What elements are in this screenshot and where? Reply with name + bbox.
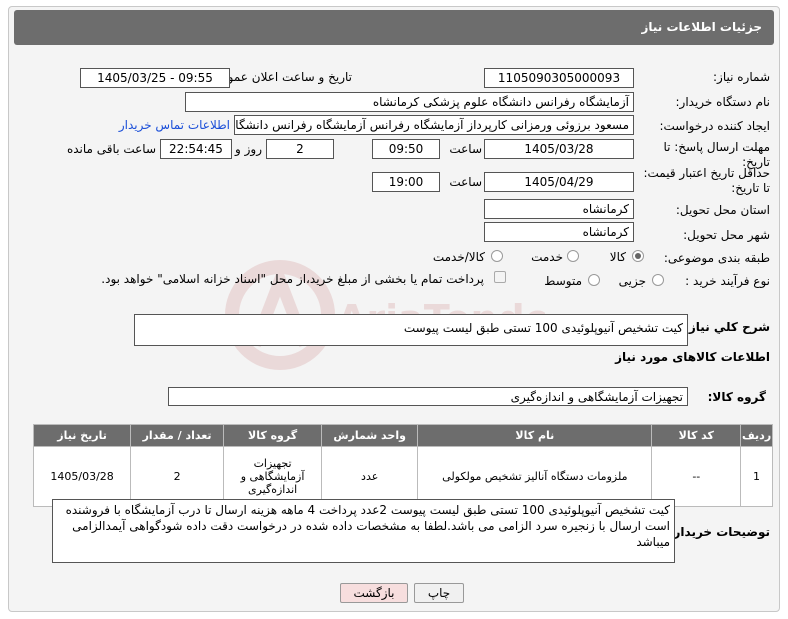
cell-goods-group: تجهیزات آزمایشگاهی و اندازه‌گیری <box>223 446 323 507</box>
treasury-payment-note: پرداخت تمام یا بخشی از مبلغ خرید،از محل … <box>101 272 484 286</box>
category-option-goods-service: کالا/خدمت <box>432 250 485 264</box>
buyer-notes-field: کیت تشخیص آنیوپلوئیدی 100 تستی طبق لیست … <box>52 499 675 563</box>
goods-group-field: تجهیزات آزمایشگاهی و اندازه‌گیری <box>168 387 688 406</box>
validity-date-field: 1405/04/29 <box>484 172 634 192</box>
remaining-time-label: ساعت باقی مانده <box>66 142 156 156</box>
category-option-goods: کالا <box>609 250 626 264</box>
days-remaining-field: 2 <box>266 139 334 159</box>
table-row: 1 -- ملزومات دستگاه آنالیز تشخیص مولکولی… <box>32 446 773 507</box>
goods-table: ردیف کد کالا نام کالا واحد شمارش گروه کا… <box>32 424 773 507</box>
creator-label: ایجاد کننده درخواست: <box>659 119 770 133</box>
buyer-contact-link[interactable]: اطلاعات تماس خریدار <box>119 118 230 132</box>
col-header-unit: واحد شمارش <box>321 424 419 447</box>
cell-quantity: 2 <box>130 446 225 507</box>
process-option-medium: متوسط <box>544 274 582 288</box>
remaining-time-field: 22:54:45 <box>160 139 232 159</box>
category-label: طبقه بندی موضوعی: <box>663 251 770 265</box>
buyer-notes-label: توضیحات خریدار: <box>668 525 770 539</box>
col-header-goods-group: گروه کالا <box>223 424 323 447</box>
days-label: روز و <box>235 142 262 156</box>
back-button[interactable]: بازگشت <box>340 583 408 603</box>
col-header-goods-code: کد کالا <box>651 424 742 447</box>
cell-row-number: 1 <box>740 446 773 507</box>
process-radio-medium[interactable] <box>588 274 600 286</box>
validity-time-field: 19:00 <box>372 172 440 192</box>
city-label: شهر محل تحویل: <box>683 228 770 242</box>
category-radio-goods-service[interactable] <box>491 250 503 262</box>
deadline-time-field: 09:50 <box>372 139 440 159</box>
province-label: استان محل تحویل: <box>675 203 770 217</box>
category-option-service: خدمت <box>531 250 563 264</box>
need-number-field: 1105090305000093 <box>484 68 634 88</box>
goods-group-label: گروه کالا: <box>707 390 766 404</box>
page-title: جزئیات اطلاعات نیاز <box>641 20 762 34</box>
process-label: نوع فرآیند خرید : <box>685 274 770 288</box>
cell-goods-name: ملزومات دستگاه آنالیز تشخیص مولکولی <box>417 446 653 507</box>
province-field: کرمانشاه <box>484 199 634 219</box>
validity-time-label: ساعت <box>449 175 482 189</box>
creator-field: مسعود برزوئی ورمزانی کارپرداز آزمایشگاه … <box>234 115 634 135</box>
col-header-quantity: تعداد / مقدار <box>130 424 225 447</box>
category-radio-service[interactable] <box>567 250 579 262</box>
col-header-row-number: ردیف <box>740 424 773 447</box>
need-number-label: شماره نیاز: <box>713 70 770 84</box>
buyer-org-label: نام دستگاه خریدار: <box>675 95 771 109</box>
summary-field: کیت تشخیص آنیوپلوئیدی 100 تستی طبق لیست … <box>134 314 688 346</box>
buyer-org-field: آزمایشگاه رفرانس دانشگاه علوم پزشکی کرما… <box>185 92 634 112</box>
treasury-payment-checkbox[interactable] <box>494 271 506 283</box>
table-header-row: ردیف کد کالا نام کالا واحد شمارش گروه کا… <box>32 424 773 447</box>
process-radio-minor[interactable] <box>652 274 664 286</box>
category-radio-goods[interactable] <box>632 250 644 262</box>
cell-unit: عدد <box>321 446 419 507</box>
deadline-time-label: ساعت <box>449 142 482 156</box>
announce-datetime-field: 1405/03/25 - 09:55 <box>80 68 230 88</box>
validity-label-line2: تا تاریخ: <box>731 181 770 195</box>
goods-info-heading: اطلاعات کالاهای مورد نیاز <box>615 350 770 364</box>
cell-need-date: 1405/03/28 <box>32 446 132 507</box>
summary-label: شرح کلي نياز: <box>684 320 770 334</box>
cell-goods-code: -- <box>651 446 742 507</box>
print-button[interactable]: چاپ <box>414 583 464 603</box>
deadline-label-line1: مهلت ارسال پاسخ: تا <box>663 140 770 154</box>
city-field: کرمانشاه <box>484 222 634 242</box>
process-option-minor: جزیی <box>618 274 646 288</box>
col-header-need-date: تاریخ نیاز <box>32 424 132 447</box>
page-header: جزئیات اطلاعات نیاز <box>14 10 774 45</box>
deadline-date-field: 1405/03/28 <box>484 139 634 159</box>
validity-label-line1: حداقل تاریخ اعتبار قیمت: <box>643 166 770 180</box>
col-header-goods-name: نام کالا <box>417 424 653 447</box>
